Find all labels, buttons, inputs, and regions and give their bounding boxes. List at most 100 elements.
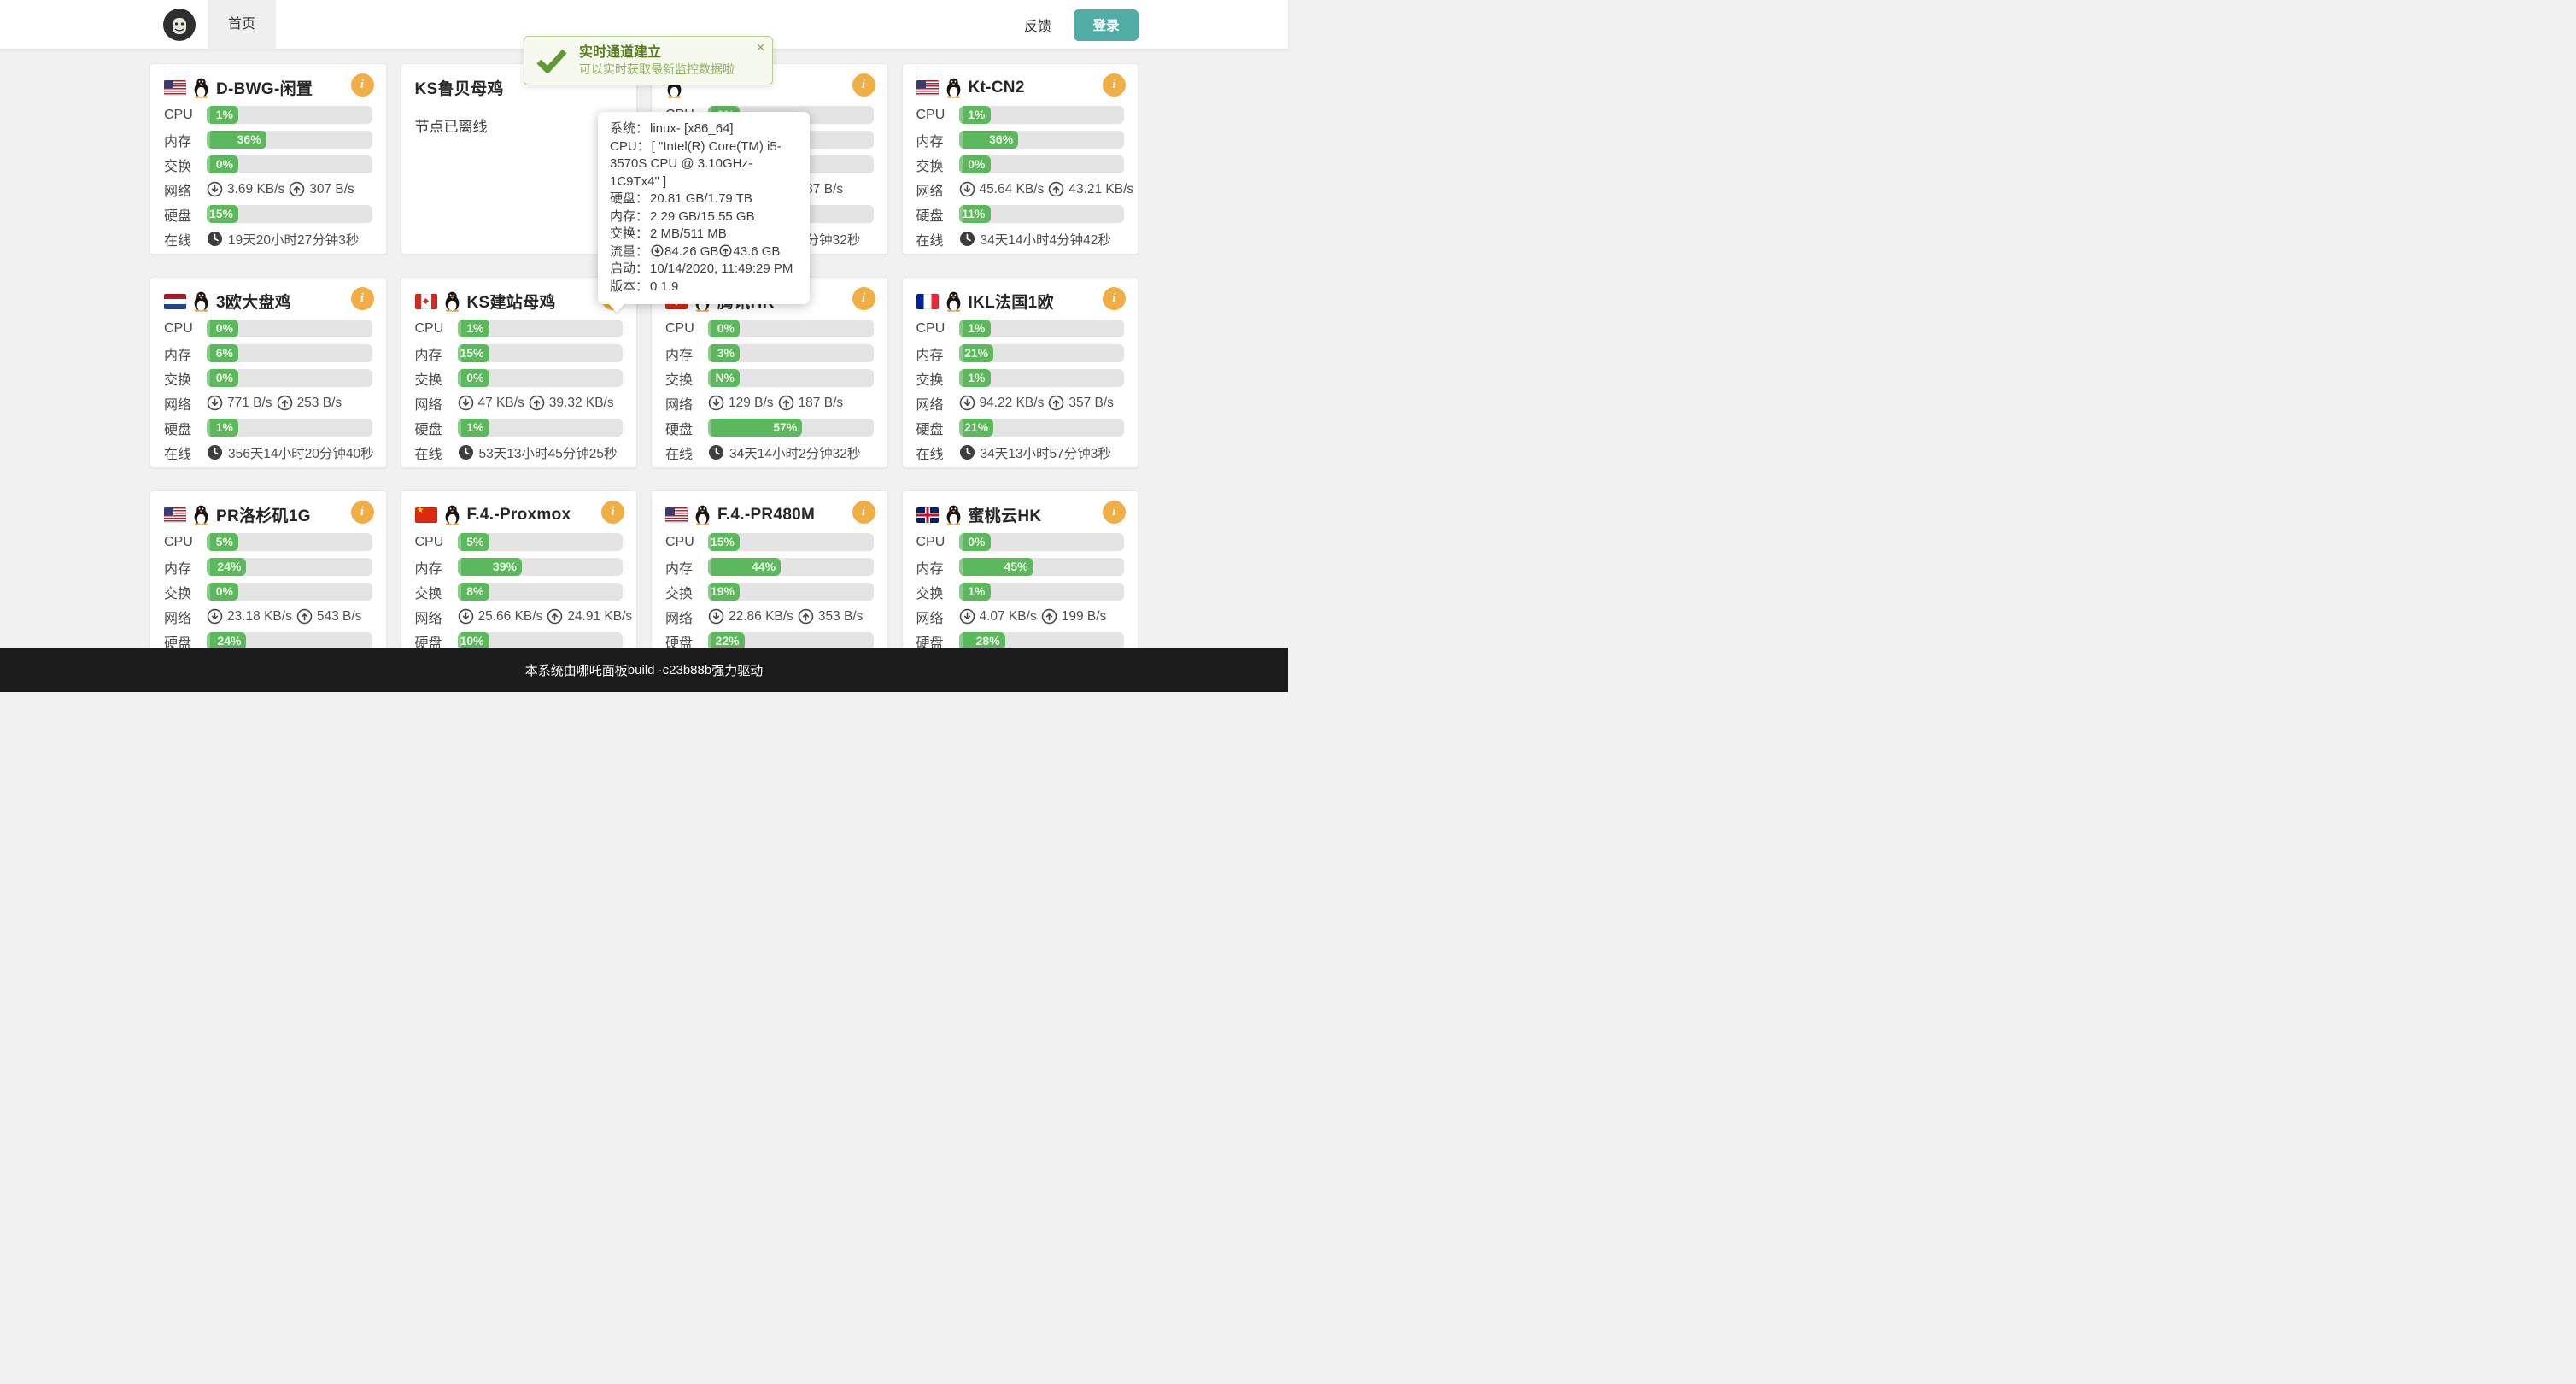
mem-bar: 3%: [708, 344, 874, 362]
build-hash-link[interactable]: c23b88b: [663, 663, 712, 677]
tab-home[interactable]: 首页: [208, 0, 276, 50]
disk-bar: 1%: [207, 419, 372, 437]
card-title: D-BWG-闲置 i: [164, 73, 372, 103]
country-flag-icon: [164, 80, 186, 96]
net-up-value: 253 B/s: [297, 396, 342, 411]
stat-label-disk: 硬盘: [164, 418, 207, 438]
tooltip-arrow: [608, 303, 625, 313]
cpu-value: 1%: [216, 106, 233, 124]
tooltip-row-label: 系统：: [610, 121, 648, 136]
swap-value: 19%: [711, 583, 735, 601]
stat-label-cpu: CPU: [415, 535, 458, 550]
mem-value: 15%: [460, 344, 483, 362]
stat-label-cpu: CPU: [916, 108, 959, 123]
swap-bar: 0%: [207, 583, 372, 601]
download-arrow-icon: [207, 181, 223, 197]
net-down-value: 45.64 KB/s: [980, 182, 1045, 197]
stat-label-swap: 交换: [665, 368, 708, 389]
card-title: 蜜桃云HK i: [916, 500, 1125, 530]
cpu-value: 0%: [216, 320, 233, 337]
info-icon[interactable]: i: [852, 501, 875, 524]
tooltip-row: 内存：2.29 GB/15.55 GB: [610, 208, 798, 226]
download-arrow-icon: [651, 244, 664, 257]
cpu-value: 5%: [466, 533, 483, 551]
stat-label-swap: 交换: [916, 368, 959, 389]
server-name: D-BWG-闲置: [216, 76, 313, 99]
tooltip-row: 版本：0.1.9: [610, 279, 798, 296]
cpu-value: 1%: [968, 106, 985, 124]
cpu-bar: 1%: [959, 106, 1125, 124]
mem-value: 21%: [964, 344, 988, 362]
stat-label-net: 网络: [916, 393, 959, 413]
mem-bar: 36%: [207, 131, 372, 149]
info-icon[interactable]: i: [1103, 73, 1126, 97]
upload-arrow-icon: [289, 181, 305, 197]
linux-penguin-icon: [192, 504, 210, 525]
net-up-value: 543 B/s: [317, 609, 362, 625]
clock-icon: [207, 231, 223, 247]
country-flag-icon: [916, 80, 939, 96]
info-icon[interactable]: i: [852, 73, 875, 97]
site-logo[interactable]: [163, 9, 196, 41]
server-stats: CPU 1% 内存 15% 交换 0% 网络 47 KB/s 39.32 KB/…: [415, 316, 624, 465]
info-icon[interactable]: i: [351, 73, 374, 97]
net-up-value: 357 B/s: [1068, 396, 1114, 411]
clock-icon: [458, 444, 474, 460]
online-value: 34天14小时2分钟32秒: [729, 443, 860, 462]
swap-bar: 8%: [458, 583, 624, 601]
server-info-tooltip: 系统：linux- [x86_64]CPU：[ "Intel(R) Core(T…: [598, 112, 810, 304]
country-flag-icon: [415, 507, 437, 523]
tooltip-row-label: CPU：: [610, 139, 650, 154]
online-value: 53天13小时45分钟25秒: [479, 443, 618, 462]
toast-close-icon[interactable]: ✕: [756, 41, 765, 55]
mem-value: 3%: [717, 344, 735, 362]
stat-label-mem: 内存: [916, 557, 959, 578]
server-name: 蜜桃云HK: [969, 503, 1042, 526]
net-up-value: 24.91 KB/s: [567, 609, 632, 625]
info-icon[interactable]: i: [1103, 287, 1126, 310]
nezha-panel-link[interactable]: 哪吒面板: [577, 661, 628, 679]
feedback-link[interactable]: 反馈: [1024, 15, 1051, 35]
login-button[interactable]: 登录: [1074, 9, 1139, 41]
stat-label-mem: 内存: [415, 557, 458, 578]
stat-label-net: 网络: [164, 179, 207, 200]
info-icon[interactable]: i: [351, 501, 374, 524]
net-down-value: 4.07 KB/s: [980, 609, 1037, 625]
stat-label-disk: 硬盘: [916, 418, 959, 438]
stat-label-swap: 交换: [415, 582, 458, 602]
net-down-value: 771 B/s: [227, 396, 272, 411]
tooltip-row-label: 流量：: [610, 244, 648, 259]
net-down-value: 23.18 KB/s: [227, 609, 292, 625]
net-down-value: 47 KB/s: [478, 396, 524, 411]
server-name: PR洛杉矶1G: [216, 503, 311, 526]
net-down-value: 25.66 KB/s: [478, 609, 543, 625]
info-icon[interactable]: i: [351, 287, 374, 310]
disk-value: 1%: [216, 419, 233, 437]
cpu-value: 5%: [216, 533, 233, 551]
linux-penguin-icon: [192, 290, 210, 312]
stat-label-net: 网络: [665, 607, 708, 627]
swap-bar: 1%: [959, 369, 1125, 387]
stat-label-online: 在线: [415, 443, 458, 463]
tooltip-row: 流量：84.26 GB43.6 GB: [610, 243, 798, 261]
clock-icon: [207, 444, 223, 460]
disk-value: 1%: [466, 419, 483, 437]
country-flag-icon: [916, 507, 939, 523]
tooltip-row-label: 交换：: [610, 226, 648, 241]
download-arrow-icon: [959, 608, 975, 625]
server-stats: CPU 1% 内存 36% 交换 0% 网络 3.69 KB/s 307 B/s: [164, 103, 372, 251]
stat-label-swap: 交换: [665, 582, 708, 602]
stat-label-net: 网络: [164, 393, 207, 413]
linux-penguin-icon: [945, 504, 963, 525]
disk-value: 21%: [964, 419, 988, 437]
tooltip-row: 系统：linux- [x86_64]: [610, 120, 798, 138]
info-icon[interactable]: i: [601, 501, 624, 524]
info-icon[interactable]: i: [852, 287, 875, 310]
swap-value: 1%: [968, 583, 985, 601]
card-title: KS建站母鸡 i: [415, 286, 624, 316]
info-icon[interactable]: i: [1103, 501, 1126, 524]
server-name: F.4.-PR480M: [717, 506, 815, 525]
server-stats: CPU 1% 内存 21% 交换 1% 网络 94.22 KB/s 357 B/…: [916, 316, 1125, 465]
stat-label-mem: 内存: [665, 343, 708, 364]
upload-arrow-icon: [798, 608, 814, 625]
